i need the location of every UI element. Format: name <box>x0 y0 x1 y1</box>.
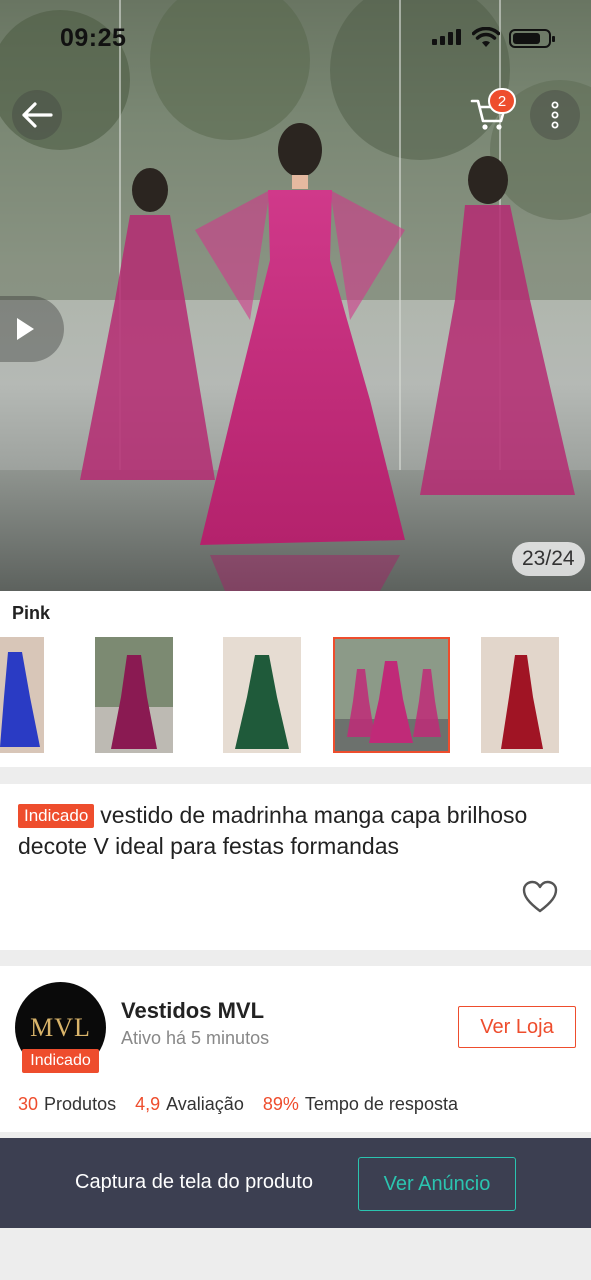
image-counter: 23/24 <box>512 542 585 576</box>
status-bar: 09:25 <box>0 0 591 80</box>
shop-logo-text: MVL <box>30 1012 91 1042</box>
battery-icon <box>509 29 555 48</box>
status-time: 09:25 <box>60 24 127 52</box>
back-arrow-icon <box>22 102 53 128</box>
back-button[interactable] <box>12 90 62 140</box>
stat-products: 30 Produtos <box>18 1094 116 1115</box>
play-icon <box>17 318 34 340</box>
signal-icon <box>432 29 461 45</box>
variation-thumbnail[interactable] <box>0 637 44 753</box>
product-image[interactable]: 09:25 2 23/24 <box>0 0 591 591</box>
variation-label: Pink <box>12 603 51 623</box>
screenshot-caption: Captura de tela do produto <box>75 1171 313 1193</box>
thumbnail-image <box>223 637 301 753</box>
variation-thumbnail[interactable] <box>95 637 173 753</box>
stat-value: 89% <box>262 1094 299 1114</box>
screenshot-bar: Captura de tela do produto Ver Anúncio <box>0 1138 591 1228</box>
stat-rating: 4,9 Avaliação <box>135 1094 244 1115</box>
more-vertical-icon <box>551 101 559 129</box>
shop-stats: 30 Produtos 4,9 Avaliação 89% Tempo de resp… <box>18 1094 477 1115</box>
recommended-tag: Indicado <box>18 804 95 828</box>
shop-name[interactable]: Vestidos MVL <box>121 998 264 1024</box>
cart-count-badge: 2 <box>488 88 516 114</box>
stat-label: Avaliação <box>166 1094 244 1114</box>
shop-status: Ativo há 5 minutos <box>121 1028 270 1048</box>
play-video-button[interactable] <box>0 296 64 362</box>
stat-label: Tempo de resposta <box>304 1094 458 1114</box>
view-ad-button[interactable]: Ver Anúncio <box>358 1157 516 1211</box>
more-options-button[interactable] <box>530 90 580 140</box>
view-shop-button[interactable]: Ver Loja <box>458 1006 576 1048</box>
thumbnail-image <box>95 637 173 753</box>
stat-value: 30 <box>18 1094 39 1114</box>
shop-recommended-tag: Indicado <box>22 1049 99 1073</box>
variation-thumbnail[interactable] <box>481 637 559 753</box>
thumbnail-image <box>481 637 559 753</box>
product-title-card: Indicado vestido de madrinha manga capa b… <box>0 784 591 950</box>
variation-section: Pink <box>0 591 591 767</box>
variation-thumbnail[interactable] <box>223 637 301 753</box>
stat-label: Produtos <box>44 1094 117 1114</box>
stat-value: 4,9 <box>135 1094 161 1114</box>
shop-card: MVL Indicado Vestidos MVL Ativo há 5 min… <box>0 966 591 1132</box>
product-title: Indicado vestido de madrinha manga capa b… <box>18 800 578 862</box>
stat-response-time: 89% Tempo de resposta <box>263 1094 458 1115</box>
product-title-text: vestido de madrinha manga capa brilhoso … <box>18 802 528 859</box>
favorite-heart-icon[interactable] <box>522 880 558 914</box>
wifi-icon <box>472 27 500 47</box>
thumbnail-image <box>335 639 448 751</box>
thumbnail-image <box>0 637 44 753</box>
variation-thumbnail-selected[interactable] <box>333 637 450 753</box>
